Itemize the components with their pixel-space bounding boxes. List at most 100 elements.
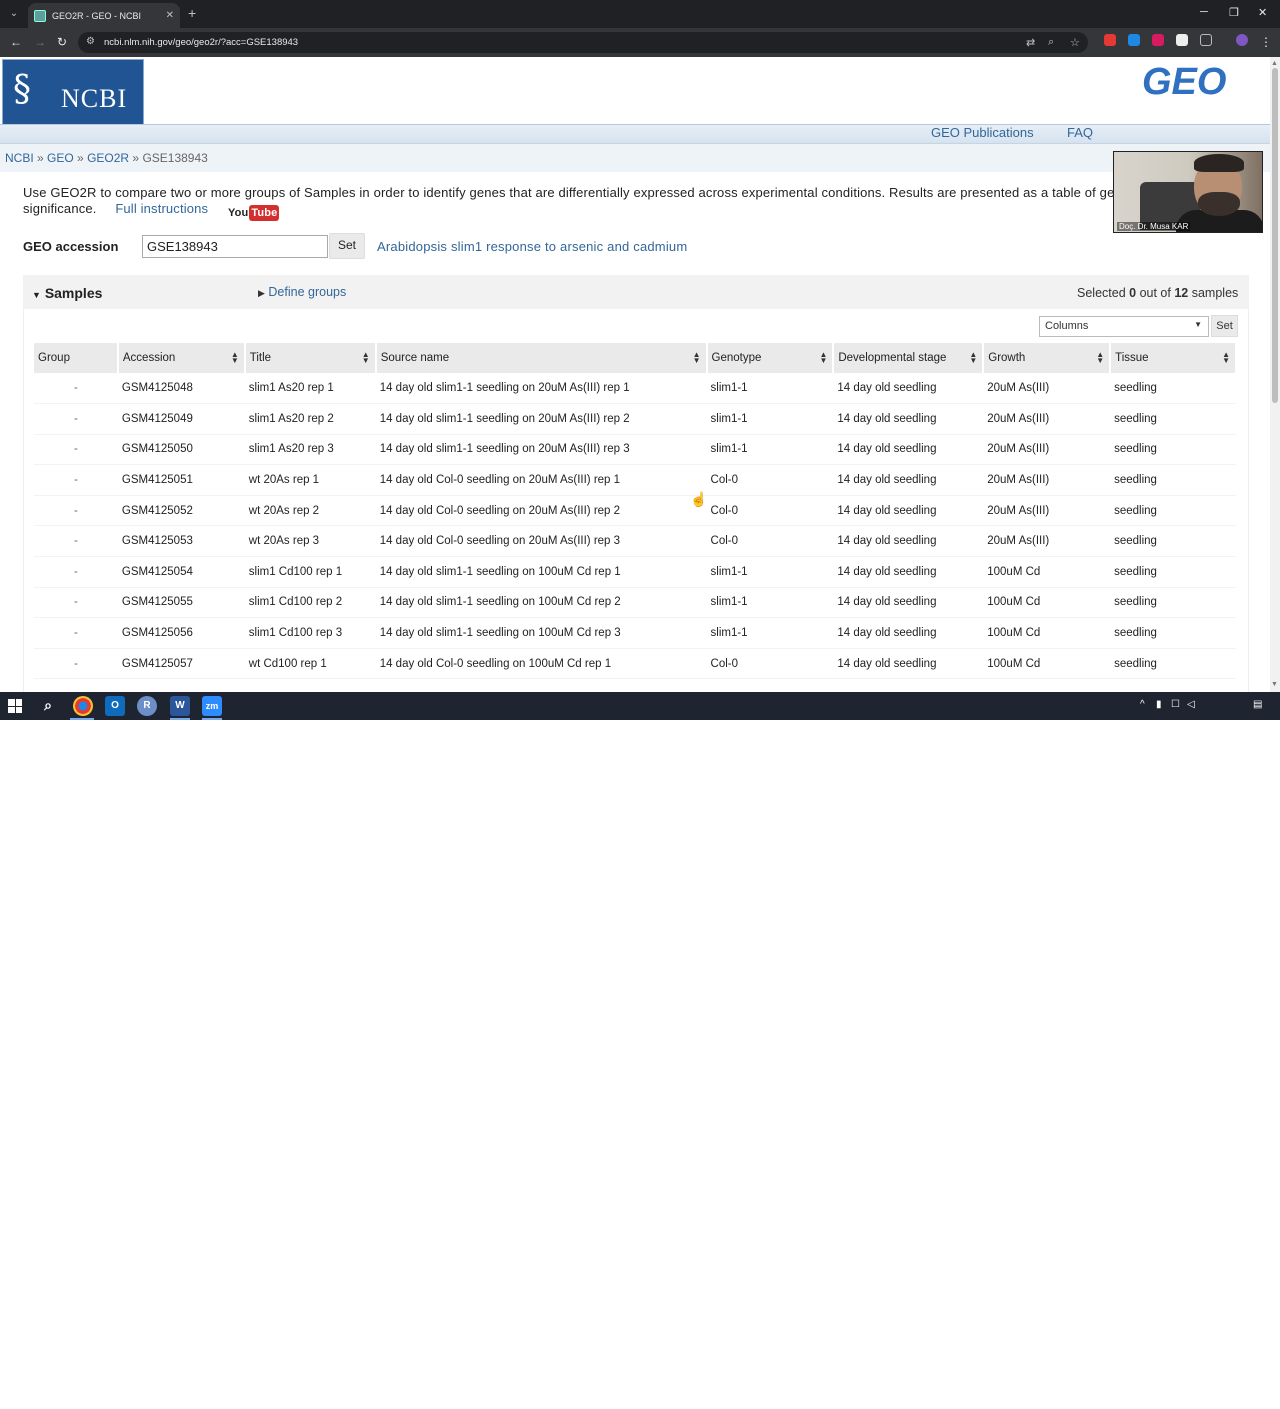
sort-icon[interactable]: ▲ ▼ — [231, 351, 239, 365]
tab-close-icon[interactable]: ✕ — [166, 10, 174, 21]
back-icon[interactable]: ← — [10, 35, 22, 49]
chrome-icon[interactable] — [73, 696, 93, 716]
column-header-tissue[interactable]: Tissue ▲ ▼ — [1110, 343, 1237, 373]
usb-icon[interactable]: ▮ — [1156, 699, 1162, 710]
ncbi-logo[interactable]: § NCBI — [2, 59, 144, 125]
taskbar-clock[interactable]: 11:43 12.03.2025 — [1202, 1387, 1242, 1409]
translate-icon[interactable]: ⇄ — [1026, 36, 1035, 49]
sort-icon[interactable]: ▲ ▼ — [362, 351, 370, 365]
table-cell-group[interactable]: - — [34, 648, 118, 680]
column-header-group[interactable]: Group — [34, 343, 119, 373]
extension-blue-icon[interactable] — [1128, 34, 1140, 46]
column-header-developmental-stage[interactable]: Developmental stage ▲ ▼ — [833, 343, 985, 373]
columns-select[interactable]: Columns ▼ — [1039, 316, 1209, 337]
table-cell-source-name: 14 day old slim1-1 seedling on 20uM As(I… — [375, 403, 707, 435]
table-row[interactable]: - GSM4125054 slim1 Cd100 rep 1 14 day old s… — [34, 556, 1236, 588]
sort-icon[interactable]: ▲ ▼ — [819, 351, 827, 365]
table-cell-group[interactable]: - — [34, 403, 118, 435]
restore-icon[interactable]: ❐ — [1229, 6, 1239, 19]
search-icon[interactable]: ⌕ — [38, 696, 58, 716]
accession-set-button[interactable]: Set — [329, 233, 365, 259]
table-cell-tissue: seedling — [1110, 617, 1236, 649]
column-header-accession[interactable]: Accession ▲ ▼ — [117, 343, 246, 373]
scrollbar-thumb[interactable] — [1272, 68, 1278, 403]
table-cell-title: slim1 Cd100 rep 3 — [244, 617, 376, 649]
extensions-puzzle-icon[interactable] — [1200, 34, 1212, 46]
geo-logo[interactable]: GEO — [1142, 61, 1226, 104]
table-cell-source-name: 14 day old Col-0 seedling on 20uM As(III… — [375, 464, 707, 496]
table-row[interactable]: - GSM4125049 slim1 As20 rep 2 14 day old sl… — [34, 403, 1236, 435]
breadcrumb-ncbi[interactable]: NCBI — [5, 151, 34, 165]
table-cell-group[interactable]: - — [34, 373, 118, 405]
extension-red-icon[interactable] — [1104, 34, 1116, 46]
column-header-title[interactable]: Title ▲ ▼ — [244, 343, 377, 373]
outlook-icon[interactable]: O — [105, 696, 125, 716]
reload-icon[interactable]: ↻ — [57, 35, 67, 49]
tray-chevron-icon[interactable]: ^ — [1140, 699, 1145, 710]
table-cell-group[interactable]: - — [34, 525, 118, 558]
define-groups-link[interactable]: ▶ Define groups — [258, 285, 346, 299]
table-cell-group[interactable]: - — [34, 495, 118, 527]
table-cell-title: slim1 As20 rep 2 — [244, 403, 376, 435]
full-instructions-link[interactable]: Full instructions — [115, 201, 208, 216]
columns-set-button[interactable]: Set — [1211, 315, 1238, 337]
sort-icon[interactable]: ▲ ▼ — [693, 351, 701, 365]
samples-table: Group Accession ▲ ▼ Title ▲ ▼ Source name ▲ ▼ Geno… — [34, 343, 1237, 680]
profile-avatar-icon[interactable] — [1236, 34, 1248, 46]
table-row[interactable]: - GSM4125056 slim1 Cd100 rep 3 14 day old s… — [34, 617, 1236, 649]
table-row[interactable]: - GSM4125048 slim1 As20 rep 1 14 day old sl… — [34, 373, 1236, 405]
table-row[interactable]: - GSM4125057 wt Cd100 rep 1 14 day old Col-… — [34, 648, 1236, 680]
table-cell-tissue: seedling — [1110, 464, 1236, 496]
faq-link[interactable]: FAQ — [1067, 125, 1093, 140]
browser-menu-icon[interactable]: ⋮ — [1260, 35, 1272, 49]
network-icon[interactable]: ☐ — [1171, 699, 1180, 710]
breadcrumb-geo[interactable]: GEO — [47, 151, 74, 165]
scroll-down-icon[interactable]: ▼ — [1271, 681, 1278, 688]
minimize-icon[interactable]: ─ — [1200, 6, 1208, 18]
table-cell-group[interactable]: - — [34, 556, 118, 588]
notification-icon[interactable]: ▤ — [1253, 699, 1262, 710]
table-cell-developmental-stage: 14 day old seedling — [833, 373, 984, 405]
table-cell-developmental-stage: 14 day old seedling — [833, 587, 984, 619]
breadcrumb-geo2r[interactable]: GEO2R — [87, 151, 129, 165]
address-bar[interactable]: ⚙ ncbi.nlm.nih.gov/geo/geo2r/?acc=GSE138… — [78, 32, 1088, 53]
scroll-up-icon[interactable]: ▲ — [1271, 60, 1278, 67]
zoom-app-icon[interactable]: zm — [202, 696, 222, 716]
geo-accession-input[interactable] — [142, 235, 328, 258]
extension-pink-icon[interactable] — [1152, 34, 1164, 46]
table-cell-group[interactable]: - — [34, 434, 118, 466]
samples-toggle[interactable]: ▼ Samples — [32, 285, 102, 301]
new-tab-icon[interactable]: + — [188, 5, 196, 21]
browser-tab[interactable]: GEO2R - GEO - NCBI ✕ — [28, 3, 180, 28]
zoom-icon[interactable]: ⌕ — [1048, 36, 1054, 49]
column-header-growth[interactable]: Growth ▲ ▼ — [983, 343, 1112, 373]
sort-icon[interactable]: ▲ ▼ — [1222, 351, 1230, 365]
site-info-icon[interactable]: ⚙ — [86, 36, 95, 47]
close-window-icon[interactable]: ✕ — [1258, 6, 1267, 19]
series-title-link[interactable]: Arabidopsis slim1 response to arsenic an… — [377, 239, 687, 254]
table-row[interactable]: - GSM4125055 slim1 Cd100 rep 2 14 day old s… — [34, 587, 1236, 619]
tab-search-icon[interactable]: ⌄ — [4, 4, 24, 24]
geo-accession-label: GEO accession — [23, 239, 119, 254]
geo-publications-link[interactable]: GEO Publications — [931, 125, 1034, 140]
sort-icon[interactable]: ▲ ▼ — [969, 351, 977, 365]
table-cell-group[interactable]: - — [34, 464, 118, 496]
r-app-icon[interactable]: R — [137, 696, 157, 716]
extension-white-icon[interactable] — [1176, 34, 1188, 46]
table-row[interactable]: - GSM4125050 slim1 As20 rep 3 14 day old sl… — [34, 434, 1236, 466]
table-cell-group[interactable]: - — [34, 587, 118, 619]
word-icon[interactable]: W — [170, 696, 190, 716]
column-header-source-name[interactable]: Source name ▲ ▼ — [375, 343, 708, 373]
table-cell-group[interactable]: - — [34, 617, 118, 649]
forward-icon[interactable]: → — [34, 35, 46, 49]
table-cell-developmental-stage: 14 day old seedling — [833, 495, 984, 527]
column-header-genotype[interactable]: Genotype ▲ ▼ — [706, 343, 835, 373]
youtube-icon[interactable]: You Tube — [228, 205, 280, 221]
sort-icon[interactable]: ▲ ▼ — [1096, 351, 1104, 365]
windows-start-icon[interactable] — [8, 699, 22, 713]
table-row[interactable]: - GSM4125052 wt 20As rep 2 14 day old Col-0… — [34, 495, 1236, 527]
table-row[interactable]: - GSM4125053 wt 20As rep 3 14 day old Col-0… — [34, 525, 1236, 558]
table-row[interactable]: - GSM4125051 wt 20As rep 1 14 day old Col-0… — [34, 464, 1236, 496]
volume-icon[interactable]: ◁ — [1187, 699, 1195, 710]
bookmark-star-icon[interactable]: ☆ — [1070, 36, 1080, 49]
